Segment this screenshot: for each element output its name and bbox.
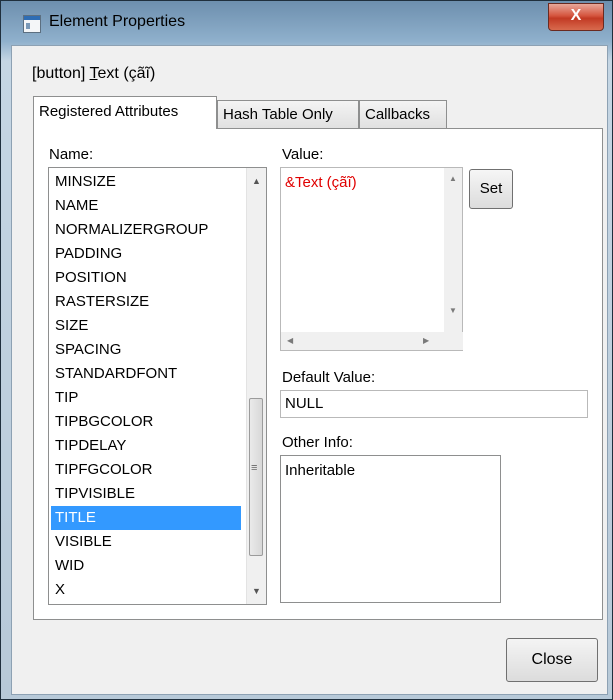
set-button[interactable]: Set bbox=[469, 169, 513, 209]
scroll-right-arrow-icon[interactable]: ▶ bbox=[423, 336, 429, 345]
list-item[interactable]: WID bbox=[51, 554, 241, 578]
list-item[interactable]: TIPFGCOLOR bbox=[51, 458, 241, 482]
list-item[interactable]: X bbox=[51, 578, 241, 602]
window-close-button[interactable]: X bbox=[548, 3, 604, 31]
list-item[interactable]: NORMALIZERGROUP bbox=[51, 218, 241, 242]
scroll-down-arrow-icon[interactable]: ▼ bbox=[250, 582, 263, 600]
tab-hash-table-only[interactable]: Hash Table Only bbox=[217, 100, 359, 130]
element-label-prefix: [button] bbox=[32, 65, 90, 82]
value-textarea[interactable]: &Text (çãĩ) ▲ ▼ ◀ ▶ bbox=[280, 167, 463, 351]
scroll-left-arrow-icon[interactable]: ◀ bbox=[287, 336, 293, 345]
value-label: Value: bbox=[282, 146, 324, 163]
list-item[interactable]: PADDING bbox=[51, 242, 241, 266]
close-button[interactable]: Close bbox=[506, 638, 598, 682]
value-horizontal-scrollbar[interactable]: ◀ ▶ bbox=[281, 332, 463, 350]
list-item[interactable]: STANDARDFONT bbox=[51, 362, 241, 386]
app-window-icon bbox=[23, 15, 41, 33]
value-vertical-scrollbar[interactable]: ▲ ▼ bbox=[444, 168, 462, 332]
tab-registered-attributes[interactable]: Registered Attributes bbox=[33, 96, 217, 129]
list-item[interactable]: NAME bbox=[51, 194, 241, 218]
tab-callbacks[interactable]: Callbacks bbox=[359, 100, 447, 130]
list-item[interactable]: TIP bbox=[51, 386, 241, 410]
name-list[interactable]: MINSIZE NAME NORMALIZERGROUP PADDING POS… bbox=[48, 167, 267, 605]
other-info-box[interactable]: Inheritable bbox=[280, 455, 501, 603]
list-item[interactable]: TIPDELAY bbox=[51, 434, 241, 458]
scroll-thumb[interactable] bbox=[249, 398, 263, 556]
list-item-selected[interactable]: TITLE bbox=[51, 506, 241, 530]
name-label: Name: bbox=[49, 146, 94, 163]
list-item[interactable]: RASTERSIZE bbox=[51, 290, 241, 314]
other-info-label: Other Info: bbox=[282, 434, 353, 451]
scroll-up-arrow-icon[interactable]: ▲ bbox=[250, 172, 263, 190]
list-item[interactable]: TIPVISIBLE bbox=[51, 482, 241, 506]
element-label: [button] Text (çãĩ) bbox=[32, 65, 155, 83]
default-value-label: Default Value: bbox=[282, 369, 376, 386]
scroll-up-arrow-icon[interactable]: ▲ bbox=[449, 174, 457, 183]
value-text: &Text (çãĩ) bbox=[285, 174, 357, 191]
default-value-field[interactable]: NULL bbox=[280, 390, 588, 418]
title-bar[interactable]: Element Properties X bbox=[1, 1, 612, 45]
list-item[interactable]: SPACING bbox=[51, 338, 241, 362]
list-item[interactable]: SIZE bbox=[51, 314, 241, 338]
list-item[interactable]: VISIBLE bbox=[51, 530, 241, 554]
element-label-rest: ext (çãĩ) bbox=[97, 65, 156, 82]
list-item[interactable]: MINSIZE bbox=[51, 170, 241, 194]
window-title: Element Properties bbox=[49, 13, 186, 30]
element-properties-window: Element Properties X [button] Text (çãĩ)… bbox=[0, 0, 613, 700]
close-icon: X bbox=[570, 7, 582, 24]
name-list-scrollbar[interactable]: ▲ ▼ bbox=[246, 168, 266, 604]
list-item[interactable]: TIPBGCOLOR bbox=[51, 410, 241, 434]
list-item[interactable]: POSITION bbox=[51, 266, 241, 290]
scroll-down-arrow-icon[interactable]: ▼ bbox=[449, 306, 457, 315]
element-label-mnemonic: T bbox=[89, 65, 98, 82]
